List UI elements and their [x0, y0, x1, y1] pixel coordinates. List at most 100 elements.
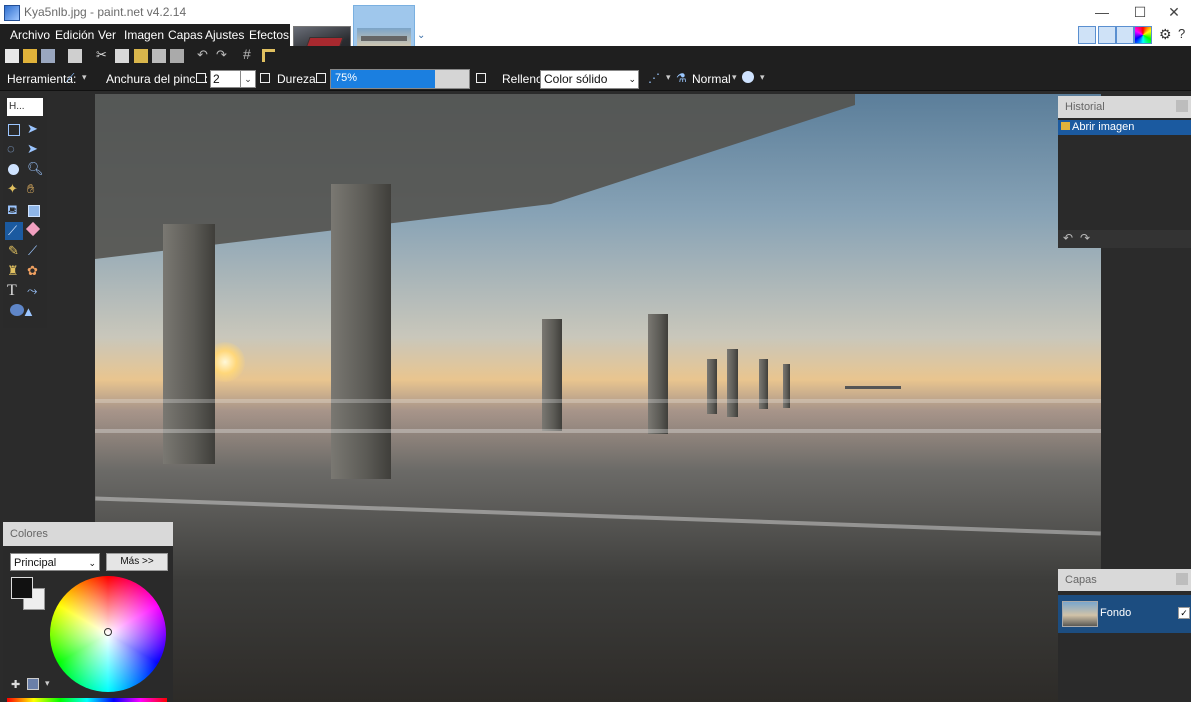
- blend-mode-value[interactable]: Normal: [692, 72, 731, 86]
- gradient-tool-icon[interactable]: [28, 205, 40, 217]
- color-wheel[interactable]: [50, 576, 166, 692]
- antialiasing-icon[interactable]: ⋰: [648, 71, 660, 85]
- tools-window-toggle-icon[interactable]: [1078, 26, 1096, 44]
- menu-capas[interactable]: Capas: [168, 24, 203, 46]
- history-item[interactable]: Abrir imagen: [1058, 120, 1191, 135]
- brush-width-dropdown-icon[interactable]: ⌄: [240, 70, 256, 88]
- maximize-button[interactable]: ☐: [1121, 2, 1159, 22]
- cut-icon[interactable]: ✂: [96, 47, 107, 63]
- blend-mode-icon[interactable]: ⚗: [676, 71, 687, 85]
- history-panel-title: Historial: [1058, 96, 1191, 118]
- open-folder-icon[interactable]: [23, 49, 37, 63]
- blend-mode-chevron-icon[interactable]: ▾: [732, 72, 737, 83]
- paintnet-app-icon: [4, 5, 20, 21]
- layers-panel-close-icon[interactable]: [1176, 573, 1188, 585]
- fill-mode-value: Color sólido: [544, 72, 608, 86]
- copy-icon[interactable]: [115, 49, 129, 63]
- layers-window-toggle-icon[interactable]: [1116, 26, 1134, 44]
- text-tool-icon[interactable]: T: [7, 282, 17, 300]
- line-curve-tool-icon[interactable]: ⤳: [27, 283, 37, 299]
- colors-panel: Colores Principal ⌄ Más >> ✚ ▾: [3, 522, 173, 702]
- menu-archivo[interactable]: Archivo: [10, 24, 50, 46]
- wave: [95, 399, 1101, 403]
- history-redo-icon[interactable]: ↷: [1080, 231, 1090, 245]
- alpha-blending-icon[interactable]: [742, 71, 754, 83]
- lasso-select-tool-icon[interactable]: ◌: [7, 141, 15, 156]
- hardness-decrease-button[interactable]: [316, 73, 326, 83]
- settings-gear-icon[interactable]: ⚙: [1159, 26, 1172, 43]
- colors-window-toggle-icon[interactable]: [1134, 26, 1152, 44]
- pier-pillar: [331, 184, 391, 479]
- window-title: Kya5nlb.jpg - paint.net v4.2.14: [24, 5, 187, 19]
- paintbrush-icon: ⟋: [8, 223, 18, 238]
- brush-width-decrease-button[interactable]: [196, 73, 206, 83]
- hardness-value: 75%: [335, 72, 358, 84]
- color-picker-tool-icon[interactable]: ⟋: [28, 243, 37, 259]
- alpha-blending-chevron-icon[interactable]: ▾: [760, 72, 765, 83]
- hardness-increase-button[interactable]: [476, 73, 486, 83]
- menu-efectos[interactable]: Efectos: [249, 24, 289, 46]
- magic-wand-tool-icon[interactable]: ✦: [7, 181, 18, 197]
- layers-panel: Capas Fondo ✓: [1058, 569, 1191, 702]
- palette-strip[interactable]: [7, 698, 167, 702]
- pan-tool-icon[interactable]: ✋︎: [27, 181, 34, 197]
- crop-icon[interactable]: [152, 49, 166, 63]
- hardness-slider[interactable]: 75%: [330, 69, 470, 89]
- redo-icon[interactable]: ↷: [216, 47, 227, 63]
- palette-chevron-icon[interactable]: ▾: [45, 678, 50, 689]
- pier-pillar: [648, 314, 668, 434]
- paint-bucket-tool-icon[interactable]: ⛾: [7, 202, 18, 220]
- more-colors-button[interactable]: Más >>: [106, 553, 168, 571]
- ruler-icon[interactable]: [262, 49, 275, 62]
- move-selection-tool-icon[interactable]: ➤: [27, 121, 38, 137]
- brush-width-increase-button[interactable]: [260, 73, 270, 83]
- recolor-tool-icon[interactable]: ✿: [27, 263, 38, 279]
- save-icon[interactable]: [41, 49, 55, 63]
- antialiasing-chevron-icon[interactable]: ▾: [666, 72, 671, 83]
- image-canvas[interactable]: [95, 94, 1101, 702]
- undo-icon[interactable]: ↶: [197, 47, 208, 63]
- color-wheel-selector[interactable]: [104, 628, 112, 636]
- help-icon[interactable]: ?: [1178, 26, 1185, 41]
- rectangle-select-tool-icon[interactable]: [8, 124, 20, 136]
- grid-icon[interactable]: #: [243, 46, 251, 62]
- layers-panel-title: Capas: [1058, 569, 1191, 591]
- new-file-icon[interactable]: [5, 49, 19, 63]
- image-list-chevron-icon[interactable]: ⌄: [417, 30, 425, 41]
- history-window-toggle-icon[interactable]: [1098, 26, 1116, 44]
- pier-pillar: [542, 319, 562, 431]
- tool-dropdown-chevron-icon[interactable]: ▾: [82, 72, 87, 83]
- menu-ver[interactable]: Ver: [98, 24, 116, 46]
- move-selected-tool-icon[interactable]: ➤: [27, 141, 38, 157]
- close-button[interactable]: ✕: [1155, 2, 1191, 22]
- pier-pillar: [727, 349, 738, 417]
- menu-edicion[interactable]: Edición: [55, 24, 94, 46]
- shapes-triangle-icon: ▲: [22, 304, 35, 319]
- palette-icon[interactable]: [27, 678, 39, 690]
- brush-width-label: Anchura del pincel:: [106, 72, 209, 86]
- primary-color-swatch[interactable]: [11, 577, 33, 599]
- fill-mode-select[interactable]: Color sólido ⌄: [540, 70, 639, 89]
- brush-width-input[interactable]: 2: [210, 70, 242, 88]
- menu-imagen[interactable]: Imagen: [124, 24, 164, 46]
- menu-ajustes[interactable]: Ajustes: [205, 24, 244, 46]
- palette-select[interactable]: Principal ⌄: [10, 553, 100, 571]
- clone-stamp-tool-icon[interactable]: ♜: [7, 263, 19, 279]
- deselect-icon[interactable]: [170, 49, 184, 63]
- pier-end: [845, 386, 901, 389]
- history-undo-icon[interactable]: ↶: [1063, 231, 1073, 245]
- ellipse-select-tool-icon[interactable]: [8, 164, 19, 175]
- pencil-tool-icon[interactable]: ✎: [8, 243, 19, 259]
- add-color-icon[interactable]: ✚: [11, 678, 20, 691]
- zoom-tool-icon[interactable]: 🔍︎: [27, 161, 44, 177]
- history-controls: [1058, 230, 1191, 248]
- pier-pillar: [163, 224, 215, 464]
- layer-visibility-checkbox[interactable]: ✓: [1178, 607, 1190, 619]
- paintbrush-tool-icon[interactable]: ⟋: [66, 71, 74, 86]
- paste-icon[interactable]: [134, 49, 148, 63]
- print-icon[interactable]: [68, 49, 82, 63]
- colors-panel-title: Colores: [3, 522, 173, 546]
- layer-row[interactable]: Fondo ✓: [1058, 595, 1191, 633]
- minimize-button[interactable]: —: [1083, 2, 1121, 22]
- history-panel-close-icon[interactable]: [1176, 100, 1188, 112]
